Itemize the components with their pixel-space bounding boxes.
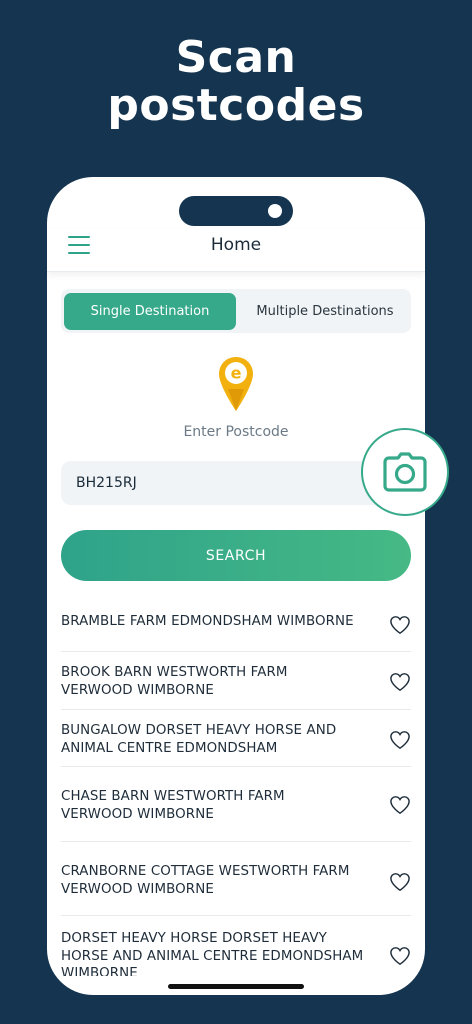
list-item[interactable]: CRANBORNE COTTAGE WESTWORTH FARM VERWOOD… — [61, 842, 411, 916]
list-item-text: BROOK BARN WESTWORTH FARM VERWOOD WIMBOR… — [61, 664, 383, 699]
tab-single-destination[interactable]: Single Destination — [64, 293, 236, 330]
list-item[interactable]: BRAMBLE FARM EDMONDSHAM WIMBORNE — [61, 595, 411, 652]
list-item-text: CHASE BARN WESTWORTH FARM VERWOOD WIMBOR… — [61, 788, 383, 823]
list-item-line: HORSE AND ANIMAL CENTRE EDMONDSHAM — [61, 948, 364, 964]
list-item-line: VERWOOD WIMBORNE — [61, 806, 214, 822]
svg-text:e: e — [231, 364, 242, 383]
headline-line-2: postcodes — [107, 80, 365, 131]
search-button[interactable]: SEARCH — [61, 530, 411, 581]
list-item-line: DORSET HEAVY HORSE DORSET HEAVY — [61, 931, 327, 946]
camera-scan-button[interactable] — [361, 428, 449, 516]
heart-icon[interactable] — [389, 615, 411, 635]
list-item-text: CRANBORNE COTTAGE WESTWORTH FARM VERWOOD… — [61, 863, 383, 898]
list-item-line: CRANBORNE COTTAGE WESTWORTH FARM — [61, 864, 350, 879]
list-item-line: CHASE BARN WESTWORTH FARM — [61, 789, 285, 804]
heart-icon[interactable] — [389, 672, 411, 692]
camera-dot — [268, 204, 282, 218]
list-item[interactable]: BROOK BARN WESTWORTH FARM VERWOOD WIMBOR… — [61, 652, 411, 710]
phone-frame: Home Single Destination Multiple Destina… — [47, 177, 425, 995]
list-item-line: ANIMAL CENTRE EDMONDSHAM — [61, 740, 278, 756]
list-item-text: BUNGALOW DORSET HEAVY HORSE AND ANIMAL C… — [61, 722, 383, 757]
list-item-text: BRAMBLE FARM EDMONDSHAM WIMBORNE — [61, 613, 383, 631]
heart-icon[interactable] — [389, 946, 411, 966]
postcode-input[interactable] — [61, 461, 386, 505]
enter-postcode-label: Enter Postcode — [183, 424, 289, 440]
list-item-line: BUNGALOW DORSET HEAVY HORSE AND — [61, 723, 337, 738]
camera-icon — [383, 452, 427, 492]
list-item-line: VERWOOD WIMBORNE — [61, 881, 214, 897]
list-item[interactable]: CHASE BARN WESTWORTH FARM VERWOOD WIMBOR… — [61, 767, 411, 842]
app-header: Home — [47, 229, 425, 272]
list-item-text: DORSET HEAVY HORSE DORSET HEAVY HORSE AN… — [61, 930, 391, 976]
tab-multiple-destinations[interactable]: Multiple Destinations — [241, 293, 409, 330]
headline-line-1: Scan — [175, 32, 297, 83]
heart-icon[interactable] — [389, 872, 411, 892]
results-list: BRAMBLE FARM EDMONDSHAM WIMBORNE BROOK B… — [61, 595, 411, 976]
list-item[interactable]: DORSET HEAVY HORSE DORSET HEAVY HORSE AN… — [61, 916, 411, 976]
headline: Scan postcodes — [0, 34, 472, 130]
list-item[interactable]: BUNGALOW DORSET HEAVY HORSE AND ANIMAL C… — [61, 710, 411, 767]
list-item-line: BROOK BARN WESTWORTH FARM — [61, 665, 288, 680]
heart-icon[interactable] — [389, 795, 411, 815]
location-pin-icon: e — [219, 357, 253, 411]
destination-toggle: Single Destination Multiple Destinations — [61, 289, 411, 333]
page-title: Home — [210, 235, 262, 255]
home-indicator[interactable] — [168, 984, 304, 989]
list-item-line: VERWOOD WIMBORNE — [61, 682, 214, 698]
dynamic-island — [179, 196, 293, 226]
list-item-line: WIMBORNE — [61, 966, 138, 976]
list-item-line: BRAMBLE FARM EDMONDSHAM WIMBORNE — [61, 614, 354, 629]
heart-icon[interactable] — [389, 730, 411, 750]
